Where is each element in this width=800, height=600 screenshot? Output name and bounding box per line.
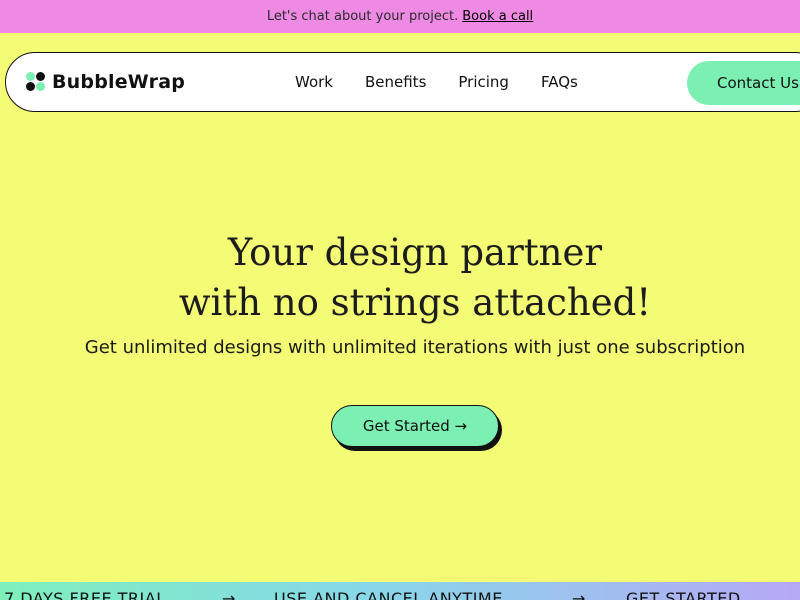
nav-link-pricing[interactable]: Pricing	[458, 73, 509, 91]
marquee-arrow-icon: →	[572, 589, 586, 600]
marquee-arrow-icon: →	[222, 589, 236, 600]
hero-title-line-1: Your design partner	[227, 231, 603, 274]
announcement-bar: Let's chat about your project. Book a ca…	[0, 0, 800, 33]
navbar: BubbleWrap Work Benefits Pricing FAQs Co…	[5, 52, 800, 112]
nav-link-benefits[interactable]: Benefits	[365, 73, 426, 91]
marquee-banner: 7 DAYS FREE TRIAL → USE AND CANCEL ANYTI…	[0, 582, 800, 600]
announcement-text: Let's chat about your project.	[266, 9, 459, 24]
hero-title-line-2: with no strings attached!	[178, 281, 652, 324]
contact-us-button[interactable]: Contact Us	[687, 61, 800, 105]
get-started-button[interactable]: Get Started →	[331, 405, 499, 447]
nav-link-faqs[interactable]: FAQs	[541, 73, 578, 91]
brand-logo[interactable]: BubbleWrap	[26, 71, 185, 93]
nav-links: Work Benefits Pricing FAQs	[295, 73, 610, 91]
four-dots-logo-icon	[26, 72, 46, 92]
nav-link-work[interactable]: Work	[295, 73, 333, 91]
hero-title: Your design partner with no strings atta…	[0, 228, 800, 328]
hero-subtitle: Get unlimited designs with unlimited ite…	[84, 337, 746, 358]
brand-name: BubbleWrap	[52, 71, 186, 93]
marquee-item-get-started: GET STARTED	[626, 589, 741, 600]
marquee-item-free-trial: 7 DAYS FREE TRIAL	[4, 589, 166, 600]
marquee-item-cancel-anytime: USE AND CANCEL ANYTIME	[274, 589, 503, 600]
book-call-link[interactable]: Book a call	[462, 9, 533, 24]
